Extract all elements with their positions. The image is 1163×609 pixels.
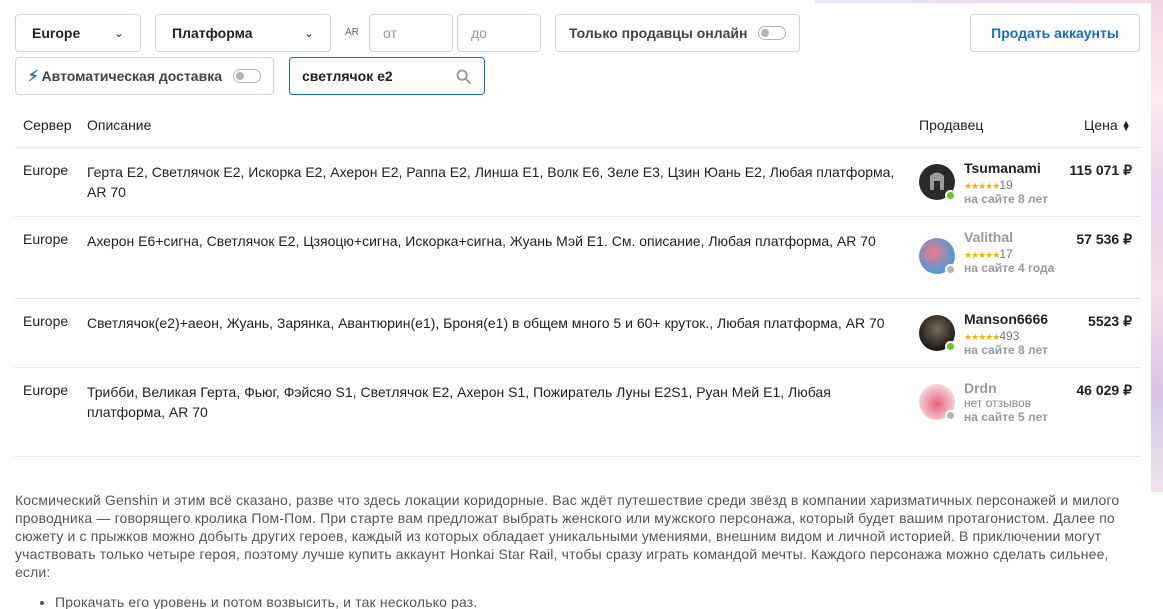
rating-stars: ★★★★★ (964, 332, 1000, 342)
seller-name[interactable]: Valithal (964, 230, 1059, 245)
review-count: нет отзывов (964, 396, 1032, 410)
table-row[interactable]: Europe Герта E2, Светлячок E2, Искорка E… (15, 161, 1140, 216)
divider (15, 216, 1140, 217)
platform-select-value: Платформа (172, 25, 253, 41)
table-row[interactable]: Europe Трибби, Великая Герта, Фьюг, Фэйс… (15, 381, 1140, 452)
header-description: Описание (87, 117, 152, 133)
seller-name[interactable]: Drdn (964, 381, 1059, 396)
search-value: светлячок е2 (302, 68, 393, 84)
table-row[interactable]: Europe Светлячок(е2)+аеон, Жуань, Зарянк… (15, 312, 1140, 367)
avatar[interactable] (919, 315, 956, 352)
seller-since: на сайте 8 лет (964, 192, 1048, 206)
offline-status-dot (945, 264, 956, 275)
list-item: Прокачать его уровень и потом возвысить,… (55, 593, 1125, 609)
ar-to-placeholder: до (471, 25, 487, 41)
row-server: Europe (23, 162, 69, 178)
background-art-top (815, 0, 1163, 3)
chevron-down-icon: ⌄ (113, 26, 124, 40)
sort-icon[interactable]: ▲ ▼ (1122, 119, 1131, 133)
seller-info: Manson6666 ★★★★★493 на сайте 8 лет (964, 312, 1059, 358)
review-count: 19 (999, 178, 1013, 192)
row-price: 5523 ₽ (1088, 313, 1132, 329)
row-server: Europe (23, 313, 69, 329)
table-row[interactable]: Europe Ахерон E6+сигна, Светлячок E2, Цз… (15, 230, 1140, 298)
ar-label: AR (345, 27, 359, 38)
row-server: Europe (23, 382, 69, 398)
seller-info: Tsumanami ★★★★★19 на сайте 8 лет (964, 161, 1059, 207)
divider (15, 298, 1140, 299)
sell-accounts-label: Продать аккаунты (991, 25, 1119, 41)
online-only-filter[interactable]: Только продавцы онлайн (555, 14, 800, 52)
online-status-dot (945, 341, 956, 352)
description-list: Прокачать его уровень и потом возвысить,… (15, 593, 1125, 609)
avatar[interactable] (919, 238, 956, 275)
background-art (1151, 0, 1163, 492)
row-price: 46 029 ₽ (1076, 382, 1132, 398)
divider (15, 456, 1140, 457)
ar-to-input[interactable]: до (457, 14, 541, 52)
avatar[interactable] (919, 384, 956, 421)
online-only-toggle[interactable] (758, 26, 786, 40)
header-server: Сервер (23, 117, 72, 133)
auto-delivery-toggle[interactable] (233, 69, 261, 83)
seller-name[interactable]: Manson6666 (964, 312, 1059, 327)
header-seller: Продавец (919, 117, 984, 133)
row-server: Europe (23, 231, 69, 247)
offline-status-dot (945, 410, 956, 421)
seller-since: на сайте 8 лет (964, 343, 1048, 357)
review-count: 493 (999, 329, 1020, 343)
row-description[interactable]: Трибби, Великая Герта, Фьюг, Фэйсяо S1, … (87, 382, 907, 422)
rating-stars: ★★★★★ (964, 181, 1000, 191)
rating-stars: ★★★★★ (964, 250, 1000, 260)
ar-from-input[interactable]: от (369, 14, 453, 52)
row-description[interactable]: Ахерон E6+сигна, Светлячок E2, Цзяоцю+си… (87, 231, 907, 251)
search-icon[interactable] (456, 69, 471, 84)
auto-delivery-filter[interactable]: ⚡︎ Автоматическая доставка (15, 57, 274, 95)
seller-info: Valithal ★★★★★17 на сайте 4 года (964, 230, 1059, 276)
server-select[interactable]: Europe ⌄ (15, 14, 141, 52)
description-paragraph: Космический Genshin и этим всё сказано, … (15, 492, 1120, 580)
row-description[interactable]: Герта E2, Светлячок E2, Искорка E2, Ахер… (87, 162, 907, 202)
auto-delivery-label: Автоматическая доставка (41, 68, 222, 84)
review-count: 17 (999, 247, 1013, 261)
seller-info: Drdn нет отзывов на сайте 5 лет (964, 381, 1059, 425)
server-select-value: Europe (32, 25, 81, 41)
online-only-label: Только продавцы онлайн (569, 25, 748, 41)
ar-from-placeholder: от (383, 25, 397, 41)
search-input[interactable]: светлячок е2 (289, 57, 485, 95)
row-description[interactable]: Светлячок(е2)+аеон, Жуань, Зарянка, Аван… (87, 313, 907, 333)
header-price-label: Цена (1084, 117, 1118, 133)
row-price: 57 536 ₽ (1076, 231, 1132, 247)
avatar[interactable] (919, 164, 956, 201)
online-status-dot (945, 190, 956, 201)
sell-accounts-button[interactable]: Продать аккаунты (970, 14, 1140, 52)
seller-since: на сайте 5 лет (964, 410, 1048, 424)
row-price: 115 071 ₽ (1069, 162, 1132, 178)
chevron-down-icon: ⌄ (303, 26, 314, 40)
seller-since: на сайте 4 года (964, 261, 1055, 275)
seller-name[interactable]: Tsumanami (964, 161, 1059, 176)
lightning-icon: ⚡︎ (28, 68, 39, 85)
divider (15, 367, 1140, 368)
divider (15, 147, 1140, 148)
header-price[interactable]: Цена ▲ ▼ (1084, 117, 1131, 133)
game-description: Космический Genshin и этим всё сказано, … (15, 491, 1125, 609)
platform-select[interactable]: Платформа ⌄ (155, 14, 331, 52)
